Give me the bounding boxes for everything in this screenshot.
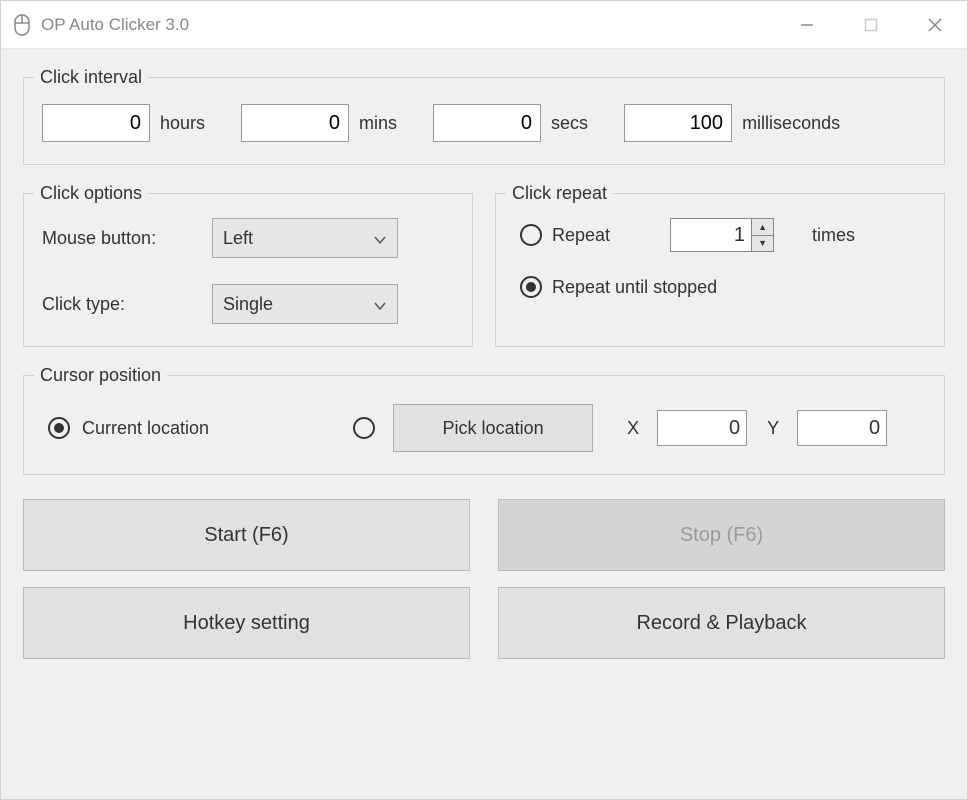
repeat-n-radio[interactable] xyxy=(520,224,542,246)
current-location-radio[interactable] xyxy=(48,417,70,439)
titlebar: OP Auto Clicker 3.0 xyxy=(1,1,967,49)
chevron-down-icon xyxy=(373,231,387,245)
click-type-label: Click type: xyxy=(42,294,212,315)
action-button-grid: Start (F6) Stop (F6) Hotkey setting Reco… xyxy=(23,499,945,659)
spinner-up-button[interactable]: ▲ xyxy=(752,219,773,236)
maximize-button[interactable] xyxy=(839,1,903,48)
y-input[interactable]: 0 xyxy=(797,410,887,446)
spinner-down-button[interactable]: ▼ xyxy=(752,236,773,252)
x-input[interactable]: 0 xyxy=(657,410,747,446)
hours-input[interactable] xyxy=(42,104,150,142)
mouse-button-row: Mouse button: Left xyxy=(42,218,454,258)
ms-label: milliseconds xyxy=(742,113,840,134)
secs-input[interactable] xyxy=(433,104,541,142)
click-type-value: Single xyxy=(223,294,373,315)
click-interval-group: Click interval hours mins secs milliseco… xyxy=(23,67,945,165)
close-button[interactable] xyxy=(903,1,967,48)
repeat-until-row: Repeat until stopped xyxy=(520,276,926,298)
repeat-n-label: Repeat xyxy=(552,225,610,246)
click-type-select[interactable]: Single xyxy=(212,284,398,324)
pick-location-button-label: Pick location xyxy=(443,418,544,439)
minimize-button[interactable] xyxy=(775,1,839,48)
mins-input[interactable] xyxy=(241,104,349,142)
pick-location-button[interactable]: Pick location xyxy=(393,404,593,452)
repeat-times-label: times xyxy=(812,225,855,246)
hours-label: hours xyxy=(160,113,205,134)
record-button-label: Record & Playback xyxy=(636,612,806,635)
mouse-icon xyxy=(13,14,31,36)
window-title: OP Auto Clicker 3.0 xyxy=(41,15,775,35)
current-location-label: Current location xyxy=(82,418,209,439)
mouse-button-value: Left xyxy=(223,228,373,249)
repeat-until-label: Repeat until stopped xyxy=(552,277,717,298)
chevron-down-icon xyxy=(373,297,387,311)
repeat-n-row: Repeat 1 ▲ ▼ times xyxy=(520,218,926,252)
y-label: Y xyxy=(767,418,779,439)
mins-label: mins xyxy=(359,113,397,134)
start-button[interactable]: Start (F6) xyxy=(23,499,470,571)
repeat-count-spinner[interactable]: 1 ▲ ▼ xyxy=(670,218,774,252)
mouse-button-select[interactable]: Left xyxy=(212,218,398,258)
x-label: X xyxy=(627,418,639,439)
interval-row: hours mins secs milliseconds xyxy=(24,88,944,164)
click-repeat-legend: Click repeat xyxy=(506,183,613,204)
hotkey-setting-button[interactable]: Hotkey setting xyxy=(23,587,470,659)
click-interval-legend: Click interval xyxy=(34,67,148,88)
pick-location-radio[interactable] xyxy=(353,417,375,439)
cursor-position-legend: Cursor position xyxy=(34,365,167,386)
repeat-until-radio[interactable] xyxy=(520,276,542,298)
hotkey-button-label: Hotkey setting xyxy=(183,612,310,635)
mouse-button-label: Mouse button: xyxy=(42,228,212,249)
window-controls xyxy=(775,1,967,48)
click-options-legend: Click options xyxy=(34,183,148,204)
stop-button-label: Stop (F6) xyxy=(680,524,763,547)
start-button-label: Start (F6) xyxy=(204,524,288,547)
app-window: OP Auto Clicker 3.0 Click interval hours xyxy=(0,0,968,800)
stop-button: Stop (F6) xyxy=(498,499,945,571)
click-options-group: Click options Mouse button: Left Click t… xyxy=(23,183,473,347)
click-type-row: Click type: Single xyxy=(42,284,454,324)
repeat-count-value: 1 xyxy=(671,219,751,251)
content-area: Click interval hours mins secs milliseco… xyxy=(1,49,967,799)
secs-label: secs xyxy=(551,113,588,134)
record-playback-button[interactable]: Record & Playback xyxy=(498,587,945,659)
click-repeat-group: Click repeat Repeat 1 ▲ ▼ times xyxy=(495,183,945,347)
ms-input[interactable] xyxy=(624,104,732,142)
options-repeat-row: Click options Mouse button: Left Click t… xyxy=(23,183,945,347)
cursor-position-group: Cursor position Current location Pick lo… xyxy=(23,365,945,475)
